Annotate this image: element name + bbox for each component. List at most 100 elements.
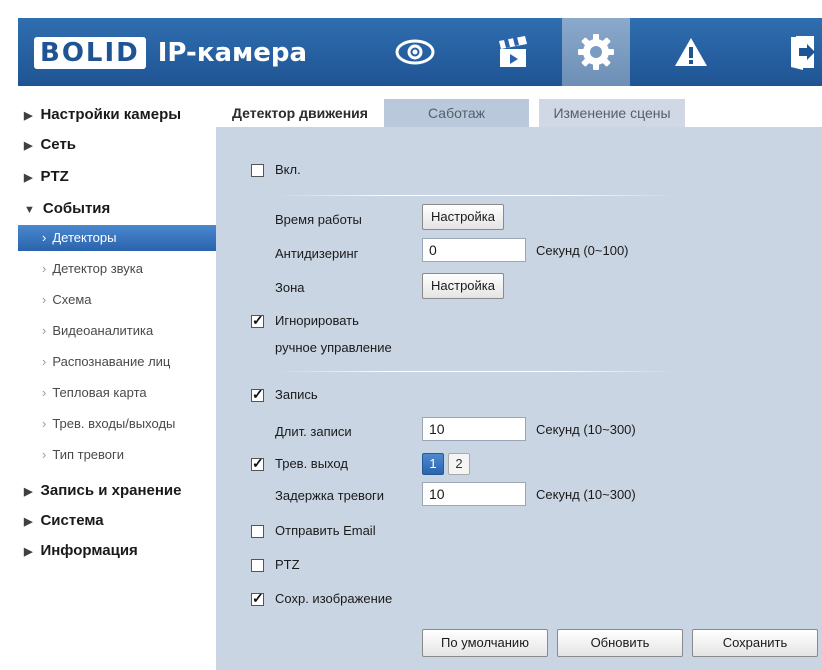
sidebar-item-events[interactable]: ▼ События	[18, 194, 216, 224]
sidebar-subitem-label: Детектор звука	[52, 261, 143, 276]
ignore-manual-label-2: ручное управление	[275, 340, 392, 355]
sidebar-subitem-label: Схема	[52, 292, 92, 307]
ptz-checkbox[interactable]	[251, 559, 264, 572]
playback-nav[interactable]	[480, 18, 546, 86]
tab-sabotage[interactable]: Саботаж	[384, 99, 529, 127]
clapperboard-icon	[499, 36, 527, 67]
chevron-right-icon: ›	[42, 261, 47, 276]
tab-motion-detector[interactable]: Детектор движения	[216, 99, 384, 127]
snapshot-checkbox[interactable]	[251, 590, 264, 607]
antidither-input[interactable]: 0	[422, 238, 526, 262]
app-title: IP-камера	[157, 38, 308, 68]
sidebar-item-storage[interactable]: ▶ Запись и хранение	[18, 476, 216, 506]
record-duration-label: Длит. записи	[275, 424, 352, 439]
tab-spacer	[529, 99, 539, 127]
alarm-output-checkbox[interactable]	[251, 455, 264, 472]
sidebar-subitem-label: Видеоаналитика	[52, 323, 154, 338]
sidebar-item-ptz[interactable]: ▶ PTZ	[18, 162, 216, 192]
ignore-manual-label: Игнорировать	[275, 313, 359, 328]
zone-setup-button[interactable]: Настройка	[422, 273, 504, 299]
chevron-right-icon: ›	[42, 385, 47, 400]
alarm-output-2-button[interactable]: 2	[448, 453, 470, 475]
antidither-label: Антидизеринг	[275, 246, 359, 261]
tab-scene-change[interactable]: Изменение сцены	[539, 99, 685, 127]
triangle-right-icon: ▶	[24, 110, 33, 122]
enable-label: Вкл.	[275, 162, 301, 177]
eye-icon	[395, 39, 435, 65]
chevron-right-icon: ›	[42, 230, 47, 245]
sidebar-subitem-heat-map[interactable]: › Тепловая карта	[18, 380, 216, 406]
sidebar-item-label: Настройки камеры	[40, 106, 182, 123]
sidebar-item-label: События	[42, 200, 111, 217]
alarm-output-label: Трев. выход	[275, 456, 348, 471]
work-time-setup-button[interactable]: Настройка	[422, 204, 504, 230]
alarm-delay-input[interactable]: 10	[422, 482, 526, 506]
sidebar-item-label: Информация	[40, 542, 138, 559]
sidebar-item-label: Сеть	[40, 136, 77, 153]
sidebar-subitem-label: Детекторы	[52, 230, 117, 245]
sidebar-subitem-label: Тепловая карта	[52, 385, 147, 400]
gear-icon	[578, 34, 614, 70]
triangle-right-icon: ▶	[24, 516, 33, 528]
triangle-right-icon: ▶	[24, 140, 33, 152]
sidebar-item-network[interactable]: ▶ Сеть	[18, 130, 216, 160]
tab-bar: Детектор движения Саботаж Изменение сцен…	[216, 99, 685, 127]
chevron-right-icon: ›	[42, 292, 47, 307]
chevron-right-icon: ›	[42, 447, 47, 462]
sidebar-subitem-face-recognition[interactable]: › Распознавание лиц	[18, 349, 216, 375]
sidebar-subitem-video-analytics[interactable]: › Видеоаналитика	[18, 318, 216, 344]
sidebar-item-system[interactable]: ▶ Система	[18, 506, 216, 536]
chevron-right-icon: ›	[42, 416, 47, 431]
triangle-right-icon: ▶	[24, 546, 33, 558]
ptz-label: PTZ	[275, 557, 300, 572]
logout-nav[interactable]	[782, 18, 822, 86]
chevron-right-icon: ›	[42, 354, 47, 369]
separator	[276, 195, 676, 196]
logout-icon	[791, 36, 815, 70]
sidebar-subitem-alarm-type[interactable]: › Тип тревоги	[18, 442, 216, 468]
live-view-nav[interactable]	[382, 18, 448, 86]
default-button[interactable]: По умолчанию	[422, 629, 548, 657]
record-duration-input[interactable]: 10	[422, 417, 526, 441]
record-label: Запись	[275, 387, 318, 402]
sidebar-subitem-label: Тип тревоги	[52, 447, 125, 462]
send-email-checkbox[interactable]	[251, 525, 264, 538]
alarm-delay-label: Задержка тревоги	[275, 488, 385, 503]
antidither-unit: Секунд (0~100)	[536, 243, 629, 258]
enable-checkbox[interactable]	[251, 164, 264, 177]
record-duration-unit: Секунд (10~300)	[536, 422, 636, 437]
sidebar-item-label: PTZ	[40, 168, 69, 185]
logo: BOLID IP-камера	[34, 36, 307, 70]
sidebar-item-info[interactable]: ▶ Информация	[18, 536, 216, 566]
triangle-down-icon: ▼	[24, 204, 35, 216]
ignore-manual-checkbox[interactable]	[251, 312, 264, 329]
sidebar-subitem-audio-detector[interactable]: › Детектор звука	[18, 256, 216, 282]
separator	[276, 371, 676, 372]
sidebar-subitem-label: Распознавание лиц	[52, 354, 171, 369]
triangle-right-icon: ▶	[24, 172, 33, 184]
settings-panel: Вкл. Время работы Настройка Антидизеринг…	[216, 127, 822, 670]
alarm-output-1-button[interactable]: 1	[422, 453, 444, 475]
send-email-label: Отправить Email	[275, 523, 376, 538]
sidebar-subitem-detectors[interactable]: › Детекторы	[18, 225, 216, 251]
logo-box: BOLID	[34, 37, 146, 69]
snapshot-label: Сохр. изображение	[275, 591, 393, 606]
alarm-nav[interactable]	[658, 18, 724, 86]
zone-label: Зона	[275, 280, 305, 295]
sidebar-item-label: Система	[40, 512, 104, 529]
chevron-right-icon: ›	[42, 323, 47, 338]
sidebar-item-label: Запись и хранение	[40, 482, 182, 499]
triangle-right-icon: ▶	[24, 486, 33, 498]
settings-nav[interactable]	[562, 18, 630, 86]
sidebar: ▶ Настройки камеры ▶ Сеть ▶ PTZ ▼ События › Д…	[18, 96, 216, 670]
save-button[interactable]: Сохранить	[692, 629, 818, 657]
top-bar: BOLID IP-камера	[18, 18, 822, 86]
warning-icon	[675, 38, 707, 66]
sidebar-subitem-scheme[interactable]: › Схема	[18, 287, 216, 313]
refresh-button[interactable]: Обновить	[557, 629, 683, 657]
sidebar-item-camera-settings[interactable]: ▶ Настройки камеры	[18, 100, 216, 130]
sidebar-subitem-label: Трев. входы/выходы	[52, 416, 176, 431]
sidebar-subitem-alarm-io[interactable]: › Трев. входы/выходы	[18, 411, 216, 437]
alarm-delay-unit: Секунд (10~300)	[536, 487, 636, 502]
record-checkbox[interactable]	[251, 386, 264, 403]
